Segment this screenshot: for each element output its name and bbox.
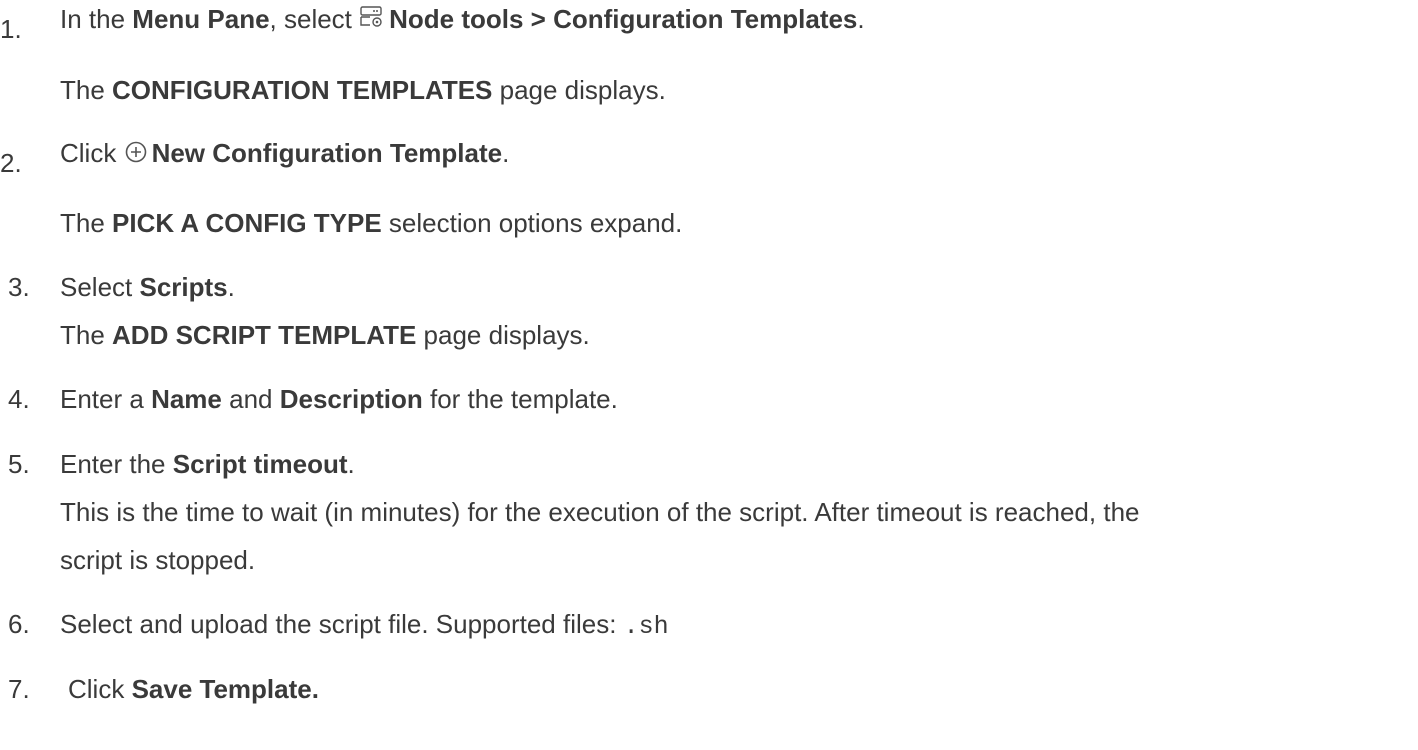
- step-instruction: Click New Configuration Template.: [60, 138, 510, 168]
- step-instruction: Select and upload the script file. Suppo…: [60, 609, 669, 641]
- step-instruction: Select Scripts.: [60, 272, 235, 302]
- step-instruction: Enter a Name and Description for the tem…: [60, 384, 618, 414]
- section-name: PICK A CONFIG TYPE: [112, 208, 382, 238]
- field-description: Description: [279, 384, 423, 414]
- step-instruction: Click Save Template.: [68, 674, 319, 704]
- field-name: Name: [151, 384, 222, 414]
- step-instruction: Enter the Script timeout.: [60, 449, 355, 479]
- step-number: 3.: [8, 272, 30, 302]
- step-number: 4.: [8, 384, 30, 414]
- step-number: 5.: [8, 449, 30, 479]
- button-name: New Configuration Template: [151, 138, 503, 168]
- plus-circle-icon: [124, 140, 148, 164]
- button-name: Save Template.: [131, 674, 319, 704]
- step-instruction: In the Menu Pane, select Node tools > Co…: [60, 4, 865, 34]
- server-gear-icon: [359, 6, 385, 30]
- file-extension: .sh: [623, 612, 669, 641]
- menu-pane-label: Menu Pane: [132, 4, 270, 34]
- step-number: 6.: [8, 609, 30, 639]
- step-number: 1.: [0, 14, 22, 44]
- page-name: ADD SCRIPT TEMPLATE: [112, 320, 417, 350]
- step-number: 7.: [8, 674, 30, 704]
- option-name: Scripts: [139, 272, 228, 302]
- menu-path-label: Node tools > Configuration Templates: [389, 4, 858, 34]
- page-name: CONFIGURATION TEMPLATES: [112, 75, 493, 105]
- field-script-timeout: Script timeout: [172, 449, 348, 479]
- procedure-steps: 1. In the Menu Pane, select Node tools >…: [0, 4, 1140, 704]
- step-number: 2.: [0, 148, 22, 178]
